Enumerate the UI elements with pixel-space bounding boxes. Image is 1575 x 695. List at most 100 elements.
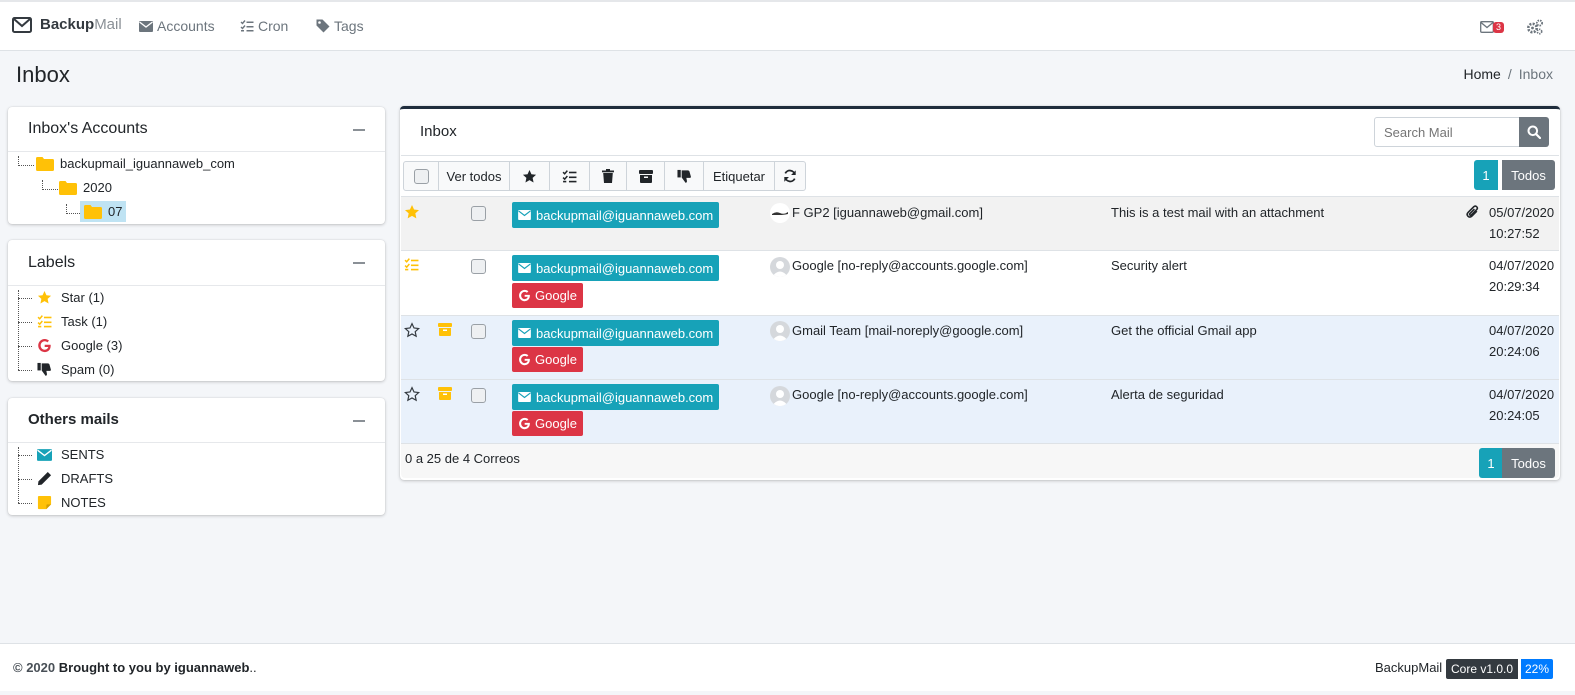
star-icon (522, 169, 537, 184)
pagination-page-1[interactable]: 1 (1479, 448, 1503, 478)
google-tag-badge[interactable]: Google (512, 411, 583, 436)
mail-subject[interactable]: Alerta de seguridad (1111, 387, 1224, 402)
collapse-minus-icon[interactable] (353, 262, 365, 264)
page-title: Inbox (16, 62, 70, 87)
tasks-icon (562, 169, 577, 183)
label-google-text: Google (3) (61, 338, 123, 353)
tree-folder-account[interactable]: backupmail_iguannaweb_com (36, 156, 235, 171)
label-task[interactable]: Task (1) (37, 314, 107, 329)
nav-tags[interactable]: Tags (316, 18, 364, 34)
breadcrumb-separator: / (1507, 66, 1512, 82)
mail-date: 04/07/2020 (1489, 387, 1555, 402)
checkbox-box (413, 168, 429, 184)
pagination-all[interactable]: Todos (1502, 160, 1555, 190)
paperclip-icon (1466, 205, 1479, 219)
brand-name-bold: Backup (40, 16, 95, 33)
tree-folder-month-selected[interactable]: 07 (80, 201, 127, 222)
refresh-button[interactable] (774, 161, 806, 191)
tree-folder-label: backupmail_iguannaweb_com (60, 156, 235, 171)
row-checkbox[interactable] (471, 259, 486, 274)
collapse-minus-icon[interactable] (353, 420, 365, 422)
row-checkbox[interactable] (471, 388, 486, 403)
archive-icon (638, 169, 653, 183)
star-filled-icon[interactable] (404, 204, 420, 220)
mail-sender: Google [no-reply@accounts.google.com] (792, 258, 1028, 273)
view-all-button[interactable]: Ver todos (438, 161, 510, 191)
delete-button[interactable] (589, 161, 627, 191)
thumbs-down-icon (37, 362, 52, 377)
pagination-all[interactable]: Todos (1502, 448, 1555, 478)
pagination-page-1[interactable]: 1 (1474, 160, 1498, 190)
row-checkbox[interactable] (471, 206, 486, 221)
row-checkbox[interactable] (471, 324, 486, 339)
nav-accounts[interactable]: Accounts (139, 18, 215, 34)
others-card-title: Others mails (28, 411, 119, 428)
search-mail-input[interactable] (1374, 117, 1520, 147)
mail-subject[interactable]: Get the official Gmail app (1111, 323, 1257, 338)
top-navbar: BackupMail Accounts Cron Tags 3 (0, 0, 1575, 51)
tree-folder-label: 07 (108, 204, 123, 219)
tasks-icon (240, 20, 254, 32)
star-outline-icon[interactable] (404, 322, 420, 338)
account-badge-text: backupmail@iguannaweb.com (536, 260, 714, 276)
breadcrumb: Home / Inbox (1464, 66, 1554, 82)
envelope-icon (139, 20, 153, 32)
google-tag-badge[interactable]: Google (512, 283, 583, 308)
account-badge: backupmail@iguannaweb.com (512, 202, 720, 228)
collapse-minus-icon[interactable] (353, 129, 365, 131)
mail-sender: Gmail Team [mail-noreply@google.com] (792, 323, 1024, 338)
label-tag-label: Etiquetar (712, 168, 766, 184)
mail-subject[interactable]: Security alert (1111, 258, 1187, 273)
label-spam[interactable]: Spam (0) (37, 362, 114, 377)
mail-notification-icon[interactable] (1480, 21, 1494, 33)
envelope-icon (37, 448, 52, 461)
mail-date: 05/07/2020 (1489, 205, 1555, 220)
google-icon (518, 289, 531, 302)
task-button[interactable] (549, 161, 590, 191)
star-button[interactable] (509, 161, 550, 191)
breadcrumb-home[interactable]: Home (1464, 66, 1501, 82)
footer-copyright: © 2020 (13, 660, 56, 675)
mail-time: 10:27:52 (1489, 226, 1540, 241)
spam-button[interactable] (664, 161, 704, 191)
thumbs-down-icon (676, 169, 692, 184)
account-badge-text: backupmail@iguannaweb.com (536, 207, 714, 223)
nav-cron[interactable]: Cron (240, 18, 288, 34)
label-google[interactable]: Google (3) (37, 338, 122, 353)
google-icon (37, 338, 52, 353)
archive-icon (438, 387, 452, 400)
folder-icon (36, 156, 54, 171)
sticky-note-icon (37, 495, 52, 510)
label-tag-button[interactable]: Etiquetar (703, 161, 775, 191)
select-all-checkbox[interactable] (403, 161, 439, 191)
brand-logo[interactable]: BackupMail (12, 16, 122, 33)
nav-cron-label: Cron (258, 18, 289, 34)
settings-gears-icon[interactable] (1526, 19, 1544, 35)
labels-card-title: Labels (28, 254, 76, 271)
account-badge: backupmail@iguannaweb.com (512, 320, 720, 346)
others-notes[interactable]: NOTES (37, 495, 106, 510)
trash-icon (602, 169, 614, 183)
inbox-card-title: Inbox (420, 123, 457, 140)
tree-folder-year[interactable]: 2020 (59, 180, 112, 195)
search-button[interactable] (1519, 117, 1549, 147)
tasks-icon (37, 315, 52, 328)
accounts-card: Inbox's Accounts backupmail_iguannaweb_c… (8, 107, 385, 224)
brand-name-light: Mail (94, 16, 122, 33)
others-drafts-label: DRAFTS (61, 471, 113, 486)
labels-card: Labels Star (1) Task (1) Google (3) Spam… (8, 240, 385, 381)
mail-time: 20:24:05 (1489, 408, 1540, 423)
google-tag-badge[interactable]: Google (512, 347, 583, 372)
label-star[interactable]: Star (1) (37, 290, 104, 305)
star-outline-icon[interactable] (404, 386, 420, 402)
mail-subject[interactable]: This is a test mail with an attachment (1111, 205, 1324, 220)
others-sents[interactable]: SENTS (37, 447, 104, 462)
folder-icon (59, 180, 77, 195)
others-drafts[interactable]: DRAFTS (37, 471, 113, 486)
archive-button[interactable] (626, 161, 665, 191)
accounts-card-header: Inbox's Accounts (8, 107, 385, 152)
footer-credit-link[interactable]: Brought to you by iguannaweb (59, 660, 250, 675)
task-icon[interactable] (404, 258, 419, 271)
star-icon (37, 290, 52, 305)
mail-time: 20:24:06 (1489, 344, 1540, 359)
